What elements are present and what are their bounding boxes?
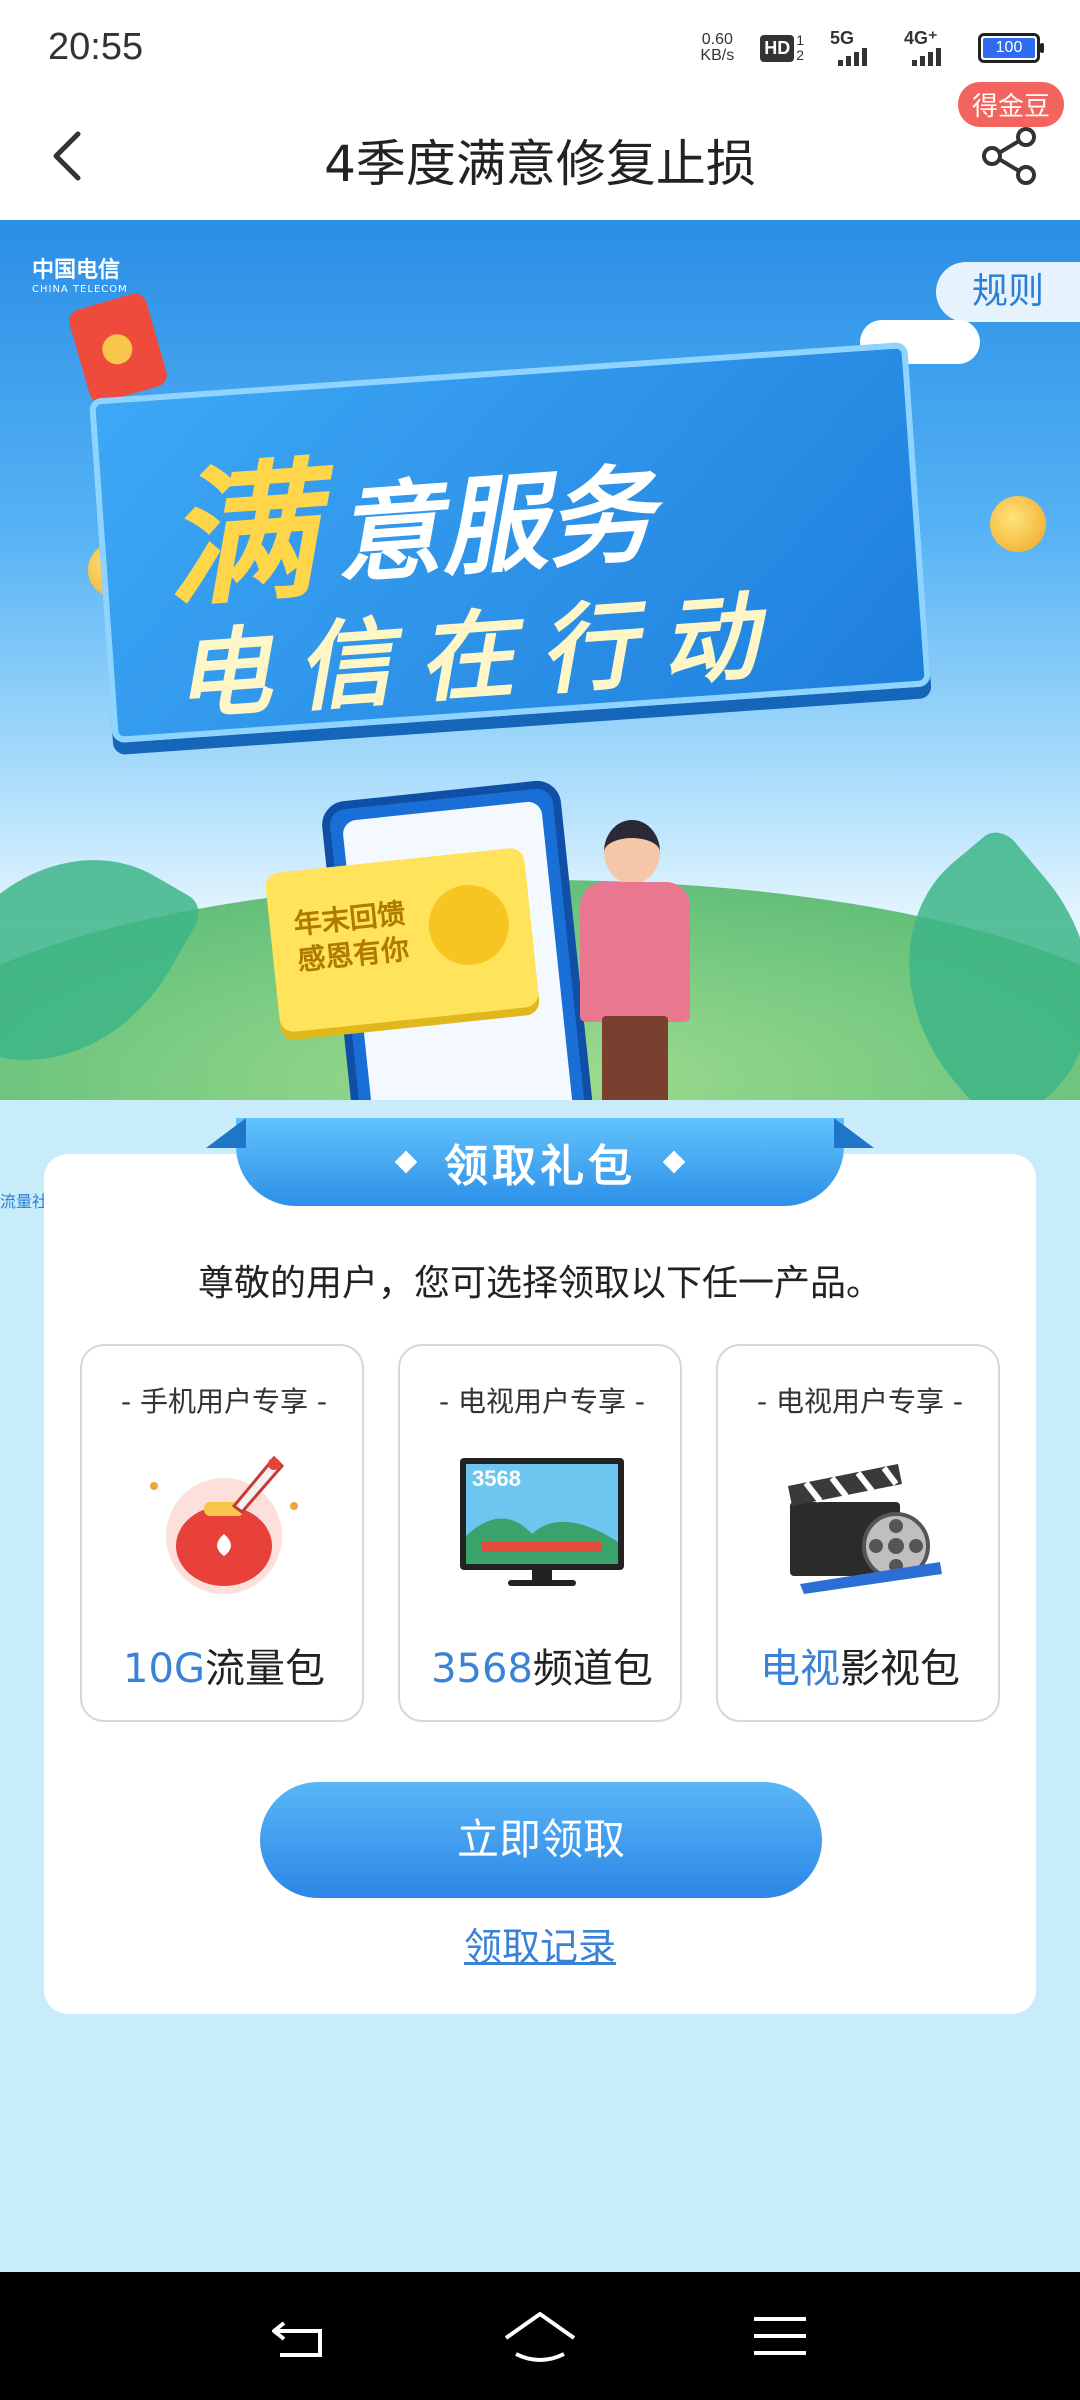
promo-banner: 中国电信 CHINA TELECOM 规则 满 意服务 电信在行动 年末回馈 感… xyxy=(0,220,1080,1100)
back-arrow-icon xyxy=(272,2321,322,2357)
coin-icon xyxy=(990,496,1046,552)
product-card-data[interactable]: - 手机用户专享 - 10G流量包 xyxy=(80,1344,364,1722)
product-card-film[interactable]: - 电视用户专享 - 电视影视包 xyxy=(716,1344,1000,1722)
status-icons: 0.60 KB/s HD 1 2 5G 4G⁺ 100 xyxy=(700,28,1044,66)
nav-home-button[interactable] xyxy=(495,2301,585,2371)
person-illustration xyxy=(580,820,690,1100)
gift-panel: 尊敬的用户，您可选择领取以下任一产品。 - 手机用户专享 - 10G流量包 - … xyxy=(44,1154,1036,2014)
status-time: 20:55 xyxy=(48,26,144,68)
intro-text: 尊敬的用户，您可选择领取以下任一产品。 xyxy=(197,1263,882,1304)
signal-4g-icon: 4G⁺ xyxy=(904,28,952,66)
rules-button[interactable]: 规则 xyxy=(936,262,1080,322)
network-speed: 0.60 KB/s xyxy=(700,31,735,64)
clapperboard-icon xyxy=(788,1464,942,1594)
share-button[interactable] xyxy=(980,126,1040,186)
tv-icon: 3568 xyxy=(460,1458,624,1586)
gift-ribbon: 领取礼包 xyxy=(236,1118,844,1206)
claim-records-link[interactable]: 领取记录 xyxy=(44,1916,1036,1971)
hd-voice-icon: HD 1 2 xyxy=(760,33,804,63)
diamond-icon xyxy=(662,1150,686,1174)
page-title: 4季度满意修复止损 xyxy=(324,135,756,193)
gold-coin-badge[interactable]: 得金豆 xyxy=(957,82,1064,127)
headline-board: 满 意服务 电信在行动 xyxy=(88,341,932,744)
red-envelope-icon xyxy=(66,290,170,406)
menu-icon xyxy=(754,2317,806,2355)
home-icon xyxy=(504,2312,576,2362)
china-telecom-logo: 中国电信 CHINA TELECOM xyxy=(32,258,128,295)
nav-back-button[interactable] xyxy=(255,2301,345,2371)
share-icon xyxy=(982,127,1036,185)
claim-now-button[interactable]: 立即领取 xyxy=(260,1782,822,1898)
status-bar: 20:55 0.60 KB/s HD 1 2 5G 4G⁺ 100 xyxy=(0,0,1080,96)
diamond-icon xyxy=(394,1150,418,1174)
nav-menu-button[interactable] xyxy=(735,2301,825,2371)
signal-5g-icon: 5G xyxy=(830,28,878,66)
rocket-red-bag-icon xyxy=(150,1455,298,1594)
battery-icon: 100 xyxy=(978,33,1044,63)
feedback-card: 年末回馈 感恩有你 xyxy=(264,846,540,1034)
user-avatar-icon xyxy=(424,880,513,969)
tv-screen-text: 3568 xyxy=(472,1466,521,1491)
product-card-channel[interactable]: - 电视用户专享 - 3568 3568频道包 xyxy=(398,1344,682,1722)
system-nav-bar xyxy=(0,2272,1080,2400)
gift-section-title: 领取礼包 xyxy=(444,1141,636,1192)
title-bar: 4季度满意修复止损 得金豆 xyxy=(0,82,1080,220)
